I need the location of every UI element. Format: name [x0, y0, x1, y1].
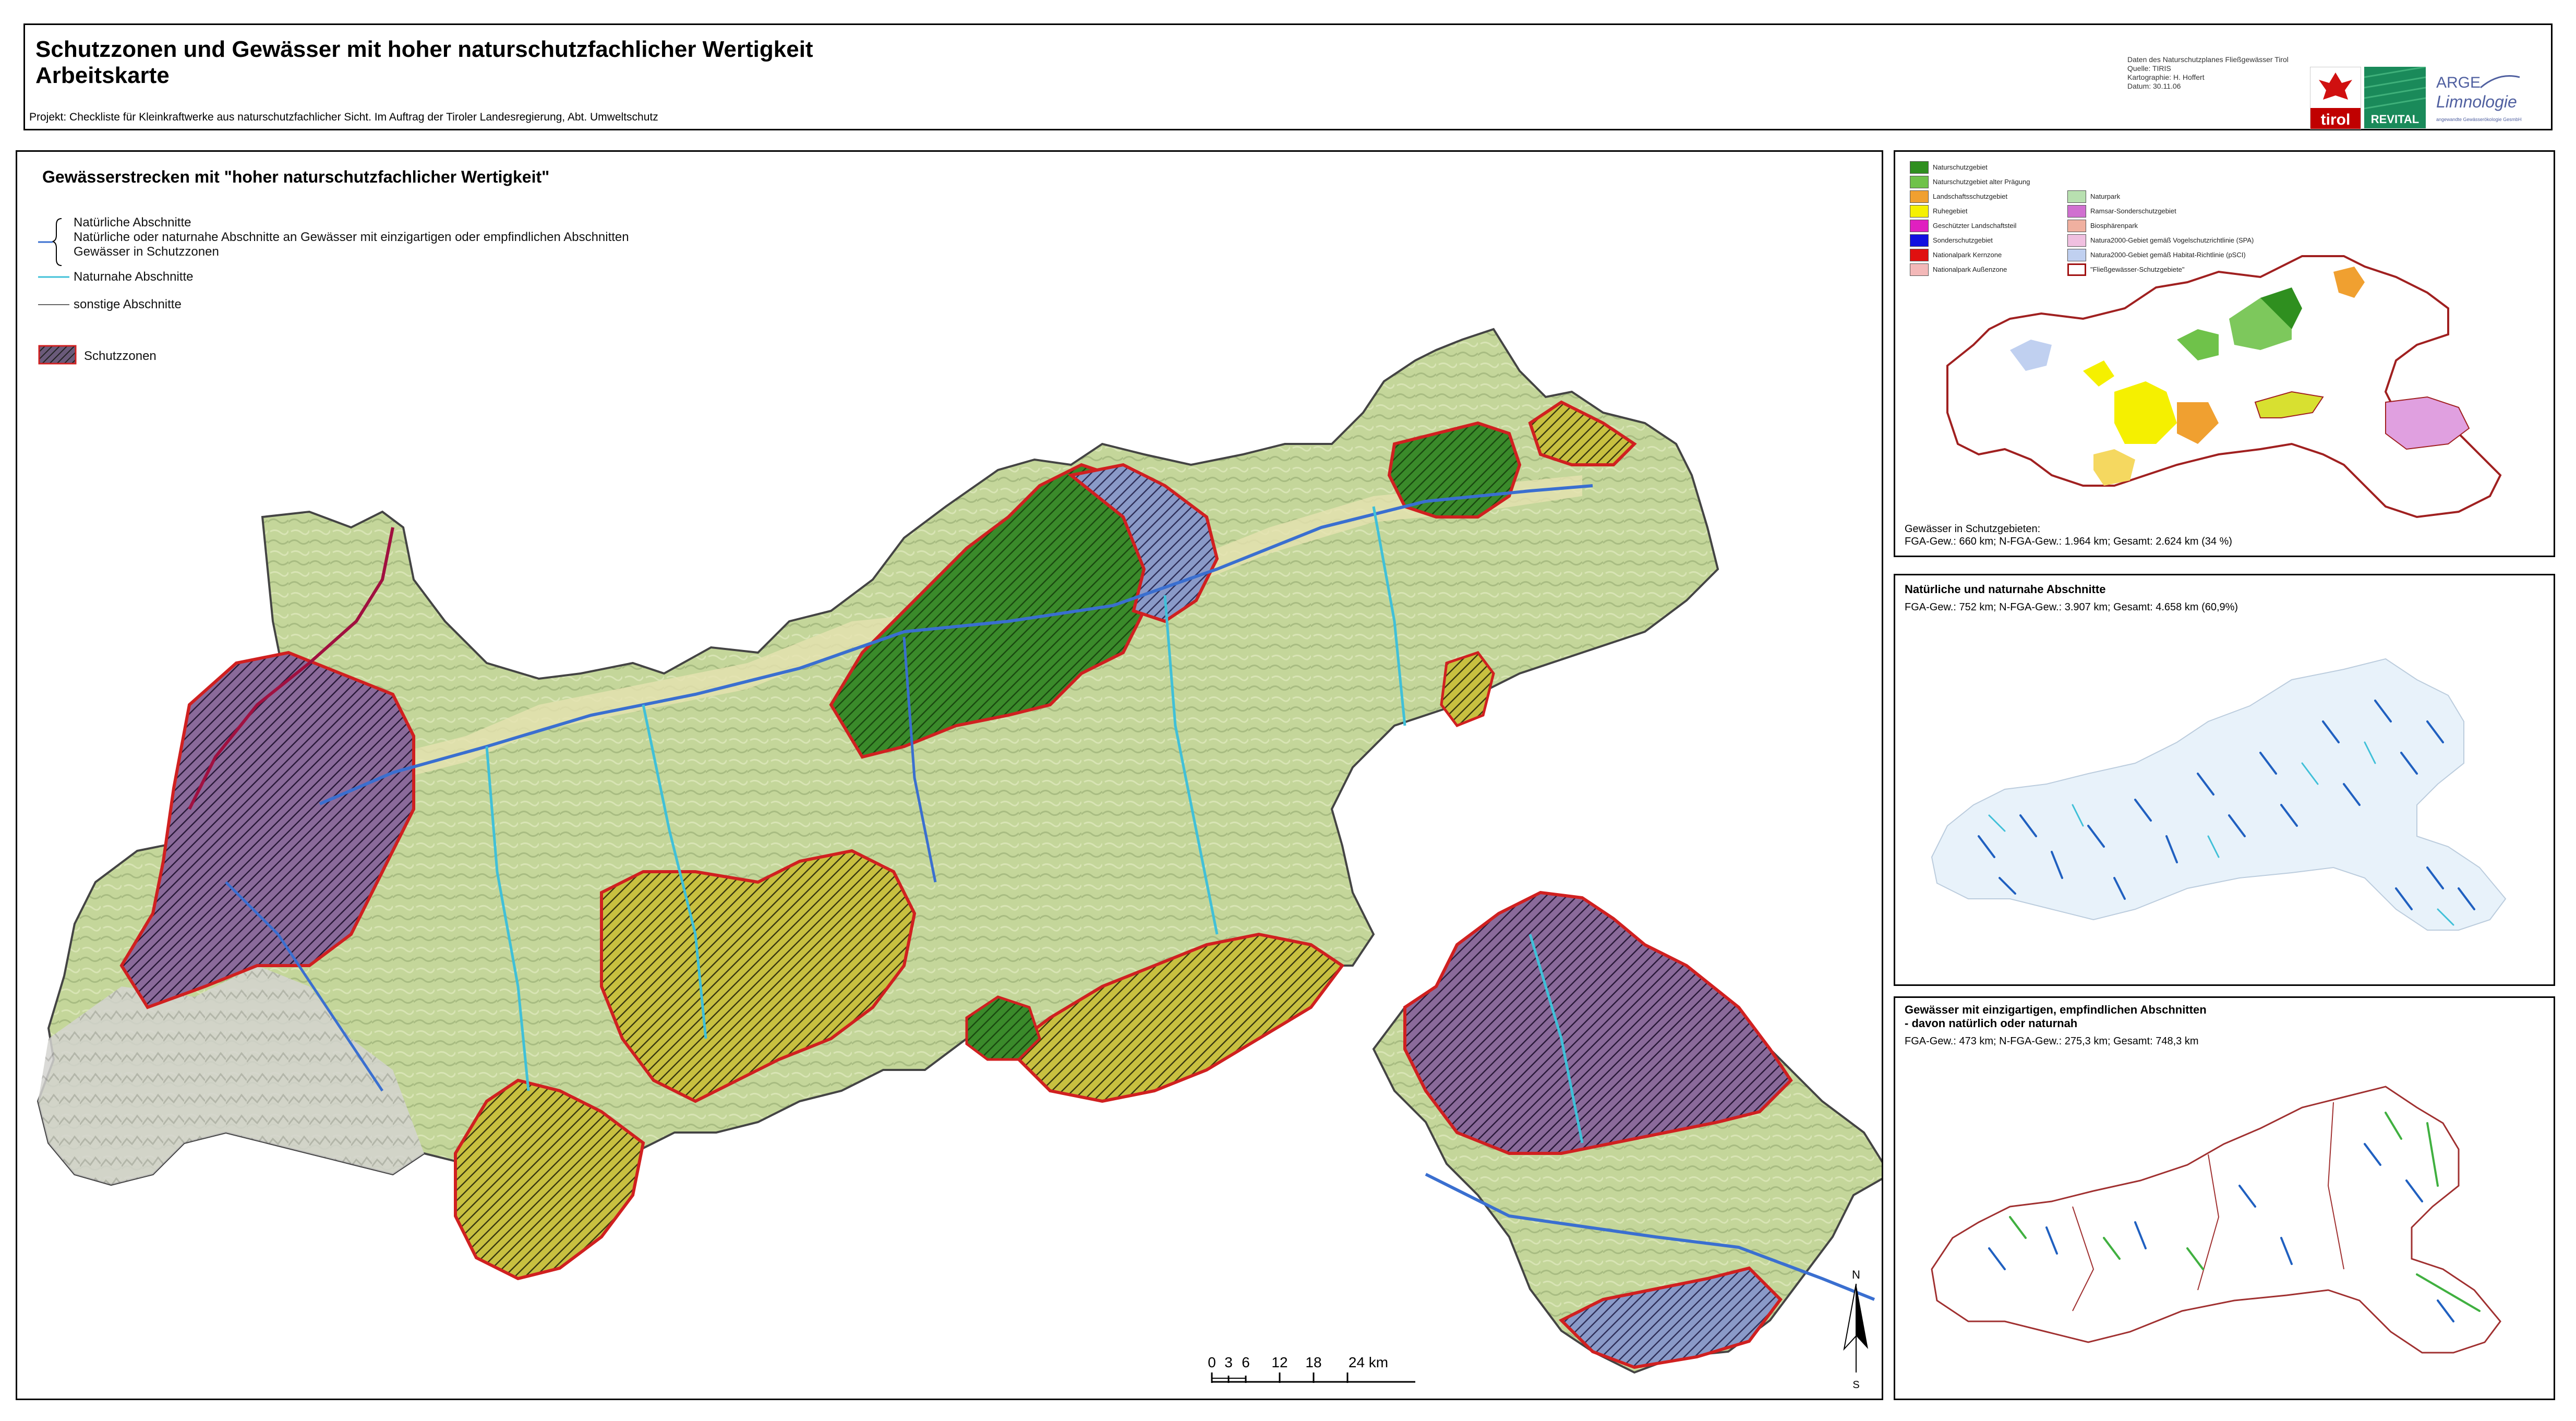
north-label: N	[1852, 1268, 1860, 1281]
project-note: Projekt: Checkliste für Kleinkraftwerke …	[29, 111, 658, 123]
scale-bar: 0 3 6 12 18 24 km	[1208, 1354, 1415, 1383]
arge-logo-line1: ARGE	[2436, 74, 2481, 91]
scale-tick-18: 18	[1305, 1354, 1321, 1370]
scale-tick-0: 0	[1208, 1354, 1216, 1370]
natuerlich-panel: Natürliche und naturnahe Abschnitte FGA-…	[1894, 574, 2555, 986]
einzigartig-panel-subtitle: - davon natürlich oder naturnah	[1905, 1017, 2078, 1030]
legend-swatch	[1910, 205, 1929, 218]
legend-swatch	[1910, 220, 1929, 232]
legend-item: Landschaftsschutzgebiet	[1933, 192, 2008, 200]
main-map-panel: Gewässerstrecken mit "hoher naturschutzf…	[16, 150, 1883, 1400]
einzigartig-panel-title: Gewässer mit einzigartigen, empfindliche…	[1905, 1003, 2207, 1016]
arge-limnologie-logo: ARGE Limnologie angewandte Gewässerökolo…	[2431, 67, 2535, 128]
credit-line: Kartographie: H. Hoffert	[2127, 73, 2205, 81]
legend-swatch	[1910, 176, 1929, 188]
legend-swatch	[1910, 161, 1929, 174]
einzigartig-panel: Gewässer mit einzigartigen, empfindliche…	[1894, 996, 2555, 1400]
tirol-logo-text: tirol	[2321, 111, 2351, 128]
arge-logo-line2: Limnologie	[2436, 92, 2517, 111]
natuerlich-minimap	[1931, 658, 2507, 931]
credits-block: Daten des Naturschutzplanes Fließgewässe…	[2127, 55, 2289, 91]
map-header: Schutzzonen und Gewässer mit hoher natur…	[23, 23, 2553, 130]
schutzgebiete-minimap	[1946, 255, 2502, 519]
map-subtitle: Arbeitskarte	[35, 63, 170, 88]
credit-line: Daten des Naturschutzplanes Fließgewässe…	[2127, 55, 2289, 64]
schutzzone-kaiser-yellow	[1528, 400, 1637, 466]
schutzgebiete-stats-title: Gewässer in Schutzgebieten:	[1905, 523, 2041, 535]
legend-item: Naturschutzgebiet alter Prägung	[1933, 178, 2030, 186]
revital-logo: REVITAL	[2364, 66, 2426, 128]
schutzgebiete-stats: FGA-Gew.: 660 km; N-FGA-Gew.: 1.964 km; …	[1905, 536, 2232, 547]
legend-swatch	[1910, 234, 1929, 247]
schutzzone-hohe-tauern-purple	[1403, 890, 1793, 1155]
legend-swatch	[1910, 263, 1929, 276]
credit-line: Quelle: TIRIS	[2127, 64, 2171, 73]
tirol-main-map: 0 3 6 12 18 24 km N S	[37, 328, 1882, 1391]
legend-item: Naturschutzgebiet	[1933, 163, 1988, 171]
credit-line: Datum: 30.11.06	[2127, 82, 2181, 90]
scale-tick-6: 6	[1242, 1354, 1250, 1370]
south-label: S	[1852, 1379, 1859, 1391]
legend-swatch	[2067, 190, 2086, 203]
scale-tick-24: 24 km	[1349, 1354, 1388, 1370]
north-arrow-icon: N S	[1843, 1268, 1868, 1391]
natuerlich-panel-title: Natürliche und naturnahe Abschnitte	[1905, 583, 2106, 596]
scale-tick-3: 3	[1224, 1354, 1233, 1370]
arge-logo-sub: angewandte Gewässerökologie GesmbH	[2436, 117, 2522, 122]
legend-swatch	[1910, 190, 1929, 203]
map-title: Schutzzonen und Gewässer mit hoher natur…	[35, 37, 813, 62]
revital-logo-text: REVITAL	[2371, 113, 2419, 126]
natuerlich-stats: FGA-Gew.: 752 km; N-FGA-Gew.: 3.907 km; …	[1905, 601, 2238, 613]
legend-item: Naturpark	[2090, 192, 2121, 200]
schutzzone-small-east	[1440, 651, 1495, 728]
schutzgebiete-panel: Naturschutzgebiet Naturschutzgebiet alte…	[1894, 150, 2555, 557]
scale-tick-12: 12	[1271, 1354, 1287, 1370]
einzigartig-minimap	[1931, 1086, 2501, 1354]
legend-swatch	[1910, 249, 1929, 261]
tirol-logo: tirol	[2310, 67, 2361, 129]
einzigartig-stats: FGA-Gew.: 473 km; N-FGA-Gew.: 275,3 km; …	[1905, 1035, 2199, 1047]
